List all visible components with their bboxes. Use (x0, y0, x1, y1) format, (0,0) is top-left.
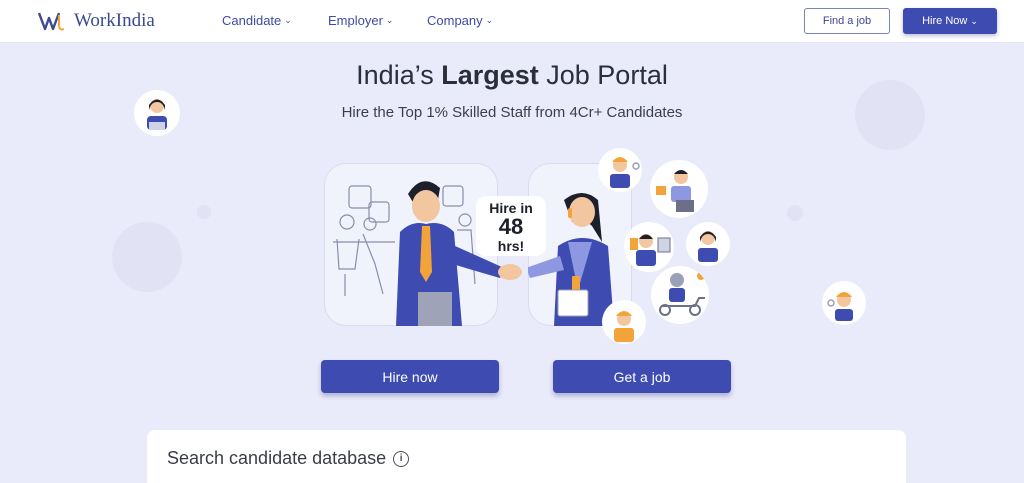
avatar-office-woman-2 (686, 222, 730, 266)
background-circle (855, 80, 925, 150)
accountant-icon (630, 234, 671, 266)
badge-line-3: hrs! (497, 238, 525, 254)
mechanic-icon (610, 157, 640, 188)
info-icon[interactable]: i (393, 450, 410, 467)
hero-title-bold: Largest (441, 60, 539, 90)
avatar-construction-worker-2 (602, 300, 646, 344)
construction-worker-icon (827, 292, 853, 321)
avatar-delivery-rider (651, 266, 709, 324)
find-job-button[interactable]: Find a job (804, 8, 890, 34)
avatar-delivery-packer (650, 160, 708, 218)
background-circle (112, 222, 182, 292)
background-dot (197, 205, 211, 219)
scooter-rider-icon (659, 272, 705, 316)
search-candidate-card: Search candidate database i (147, 430, 906, 483)
chevron-down-icon: ⌄ (970, 15, 978, 26)
office-worker-icon (698, 231, 718, 262)
hero-title-post: Job Portal (538, 60, 668, 90)
chevron-down-icon: ⌄ (284, 15, 292, 25)
hire-now-button[interactable]: Hire now (321, 360, 499, 393)
logo-text: WorkIndia (74, 10, 155, 31)
search-candidate-heading: Search candidate database i (167, 448, 410, 469)
workindia-logo-mark-icon (38, 12, 65, 31)
hero-title-pre: India’s (356, 60, 442, 90)
avatar-office-woman (134, 90, 180, 136)
hire-now-header-label: Hire Now (922, 15, 968, 27)
nav-company[interactable]: Company ⌄ (427, 13, 493, 28)
background-dot (787, 205, 803, 221)
packer-icon (656, 170, 694, 212)
nav-candidate[interactable]: Candidate ⌄ (222, 13, 292, 28)
badge-line-2: 48 (498, 214, 524, 239)
badge-line-1: Hire in (489, 200, 533, 216)
nav-candidate-label: Candidate (222, 13, 282, 28)
nav-employer-label: Employer (328, 13, 383, 28)
avatar-construction-worker (822, 281, 866, 325)
workindia-logo[interactable]: WorkIndia (38, 9, 155, 33)
avatar-accountant (624, 222, 674, 272)
chevron-down-icon: ⌄ (385, 15, 394, 25)
nav-employer[interactable]: Employer ⌄ (328, 13, 393, 28)
construction-worker-icon (614, 311, 634, 342)
get-a-job-button[interactable]: Get a job (553, 360, 731, 393)
hire-now-header-button[interactable]: Hire Now ⌄ (903, 8, 997, 34)
search-candidate-title: Search candidate database (167, 448, 387, 468)
top-header: WorkIndia Candidate ⌄ Employer ⌄ Company… (0, 0, 1024, 43)
avatar-mechanic (598, 148, 642, 192)
hire-in-48-hrs-badge: Hire in 48 hrs! (476, 196, 546, 256)
nav-company-label: Company (427, 13, 483, 28)
chevron-down-icon: ⌄ (485, 15, 494, 25)
office-worker-icon (147, 99, 167, 130)
